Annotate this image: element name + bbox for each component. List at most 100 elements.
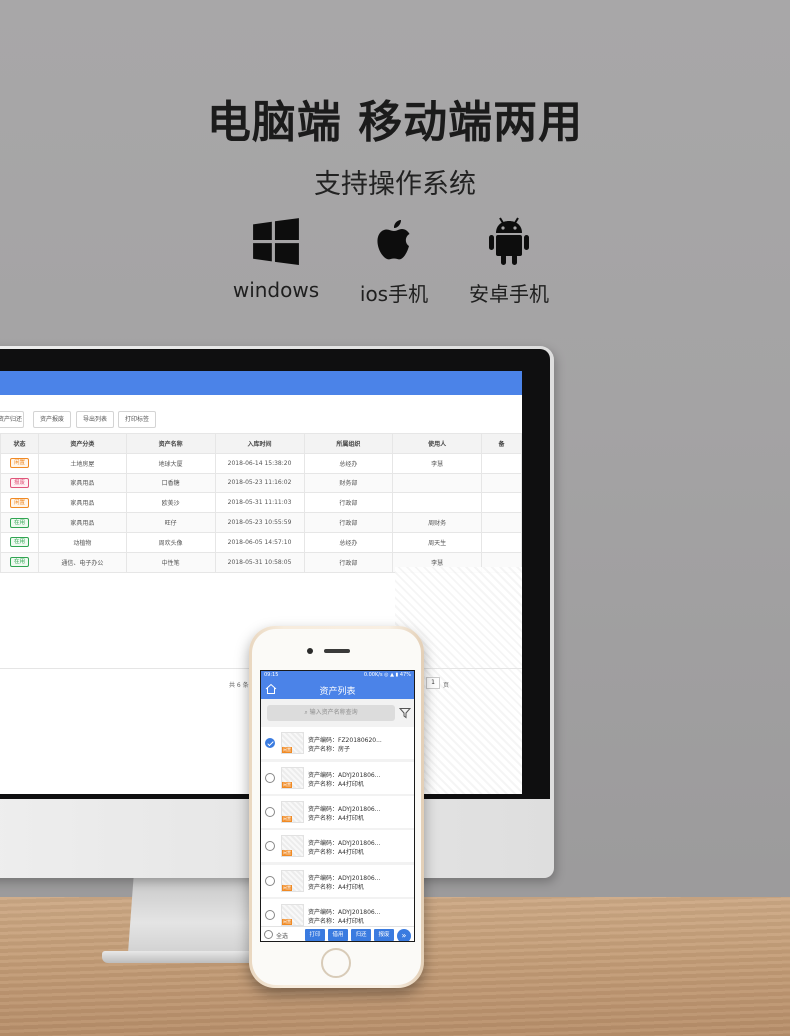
table-row[interactable]: 报废 家具用品 口香糖 2018-05-23 11:16:02 财务部 [0,472,522,494]
print-button[interactable]: 打印 [305,929,325,941]
cell-asset-name-link[interactable]: 周欢头像 [125,531,216,553]
item-checkbox[interactable] [265,807,275,817]
cell-time: 2018-05-31 10:58:05 [214,551,305,573]
column-header-name[interactable]: 资产名称 [125,433,216,454]
select-all-checkbox[interactable] [264,930,273,939]
return-button[interactable]: 归还 [351,929,371,941]
table-row[interactable]: 在用 动植物 周欢头像 2018-06-05 14:57:10 总经办 周天生 [0,531,522,553]
export-list-button[interactable]: 导出列表 [76,411,114,428]
cell-org: 行政部 [303,551,394,573]
column-header-status[interactable]: 状态 [0,433,39,454]
cell-time: 2018-06-14 15:38:20 [214,452,305,474]
asset-code: 资产编码：ADYJ201806... [308,772,381,779]
cell-asset-name-link[interactable]: 中性笔 [125,551,216,573]
asset-thumbnail: 闲置 [281,835,304,857]
mobile-search-input[interactable]: ⌕ 输入资产名称查询 [267,705,395,721]
asset-name: 资产名称：A4打印机 [308,849,364,856]
table-header-row: 状态 资产分类 资产名称 入库时间 所属组织 使用人 备 [0,433,522,454]
more-actions-button[interactable]: » [397,929,411,941]
asset-code: 资产编码：ADYJ201806... [308,909,381,916]
item-checkbox[interactable] [265,773,275,783]
pager-total: 共 6 条 [229,682,249,689]
column-header-category[interactable]: 资产分类 [37,433,127,454]
table-row[interactable]: 闲置 土地房屋 地球大厦 2018-06-14 15:38:20 总经办 李慧 [0,452,522,474]
mobile-page-title: 资产列表 [319,687,356,697]
cell-user [392,492,483,514]
asset-tag: 闲置 [282,816,292,822]
os-label-android: 安卓手机 [469,282,549,306]
list-item[interactable]: 闲置 资产编码：ADYJ201806... 资产名称：A4打印机 [261,865,414,897]
cell-time: 2018-05-23 10:55:59 [214,512,305,533]
cell-org: 总经办 [303,531,394,553]
status-badge: 报废 [9,477,29,488]
column-header-remark[interactable]: 备 [481,433,522,454]
mobile-screen: 09:15 0.00K/s ◎ ▲ ▮ 47% 资产列表 ⌕ 输入资产名称查询 … [260,670,415,942]
item-checkbox[interactable] [265,841,275,851]
cell-category: 家具用品 [37,492,127,514]
cell-asset-name-link[interactable]: 欧美沙 [125,492,216,514]
asset-code: 资产编码：ADYJ201806... [308,806,381,813]
asset-code: 资产编码：ADYJ201806... [308,840,381,847]
asset-tag: 闲置 [282,747,292,753]
windows-icon [253,218,299,265]
page-number-input[interactable]: 1 [426,677,440,689]
cell-remark [481,452,522,474]
cell-user [392,472,483,494]
cell-category: 通信、电子办公 [37,551,127,573]
asset-tag: 闲置 [282,885,292,891]
cell-category: 家具用品 [37,512,127,533]
print-label-button[interactable]: 打印标签 [118,411,156,428]
cell-time: 2018-05-23 11:16:02 [214,472,305,494]
phone-home-button[interactable] [321,948,351,978]
phone-camera [307,648,313,654]
cell-category: 家具用品 [37,472,127,494]
asset-code: 资产编码：ADYJ201806... [308,875,381,882]
asset-name: 资产名称：A4打印机 [308,918,364,925]
asset-tag: 闲置 [282,919,292,925]
list-item[interactable]: 闲置 资产编码：ADYJ201806... 资产名称：A4打印机 [261,762,414,794]
cell-time: 2018-05-31 11:11:03 [214,492,305,514]
item-checkbox[interactable] [265,738,275,748]
cell-org: 行政部 [303,512,394,533]
scrap-button[interactable]: 报废 [374,929,394,941]
list-item[interactable]: 闲置 资产编码：ADYJ201806... 资产名称：A4打印机 [261,796,414,828]
cell-remark [481,531,522,553]
filter-icon[interactable] [399,707,411,719]
desktop-header-bar [0,371,522,395]
column-header-org[interactable]: 所属组织 [303,433,394,454]
select-all-label: 全选 [276,933,289,940]
asset-name: 资产名称：A4打印机 [308,781,364,788]
status-badge: 闲置 [9,497,29,508]
mobile-nav-bar: 资产列表 [261,680,414,699]
cell-user: 周财务 [392,512,483,533]
asset-name: 资产名称：A4打印机 [308,884,364,891]
asset-tag: 闲置 [282,850,292,856]
scrap-asset-button[interactable]: 资产报废 [33,411,71,428]
asset-tag: 闲置 [282,782,292,788]
asset-thumbnail: 闲置 [281,732,304,754]
return-asset-button[interactable]: 资产归还 [0,411,24,428]
cell-remark [481,492,522,514]
list-item[interactable]: 闲置 资产编码：FZ20180620... 资产名称：房子 [261,727,414,759]
cell-asset-name-link[interactable]: 地球大厦 [125,452,216,474]
asset-thumbnail: 闲置 [281,870,304,892]
cell-category: 土地房屋 [37,452,127,474]
item-checkbox[interactable] [265,876,275,886]
cell-remark [481,512,522,533]
apple-icon [377,220,410,260]
column-header-time[interactable]: 入库时间 [214,433,305,454]
pager-unit: 页 [443,682,450,689]
table-row[interactable]: 在用 家具用品 旺仔 2018-05-23 10:55:59 行政部 周财务 [0,512,522,533]
borrow-button[interactable]: 借用 [328,929,348,941]
list-item[interactable]: 闲置 资产编码：ADYJ201806... 资产名称：A4打印机 [261,830,414,862]
asset-thumbnail: 闲置 [281,801,304,823]
cell-asset-name-link[interactable]: 口香糖 [125,472,216,494]
hero-title: 电脑端 移动端两用 [206,97,584,148]
table-row[interactable]: 闲置 家具用品 欧美沙 2018-05-31 11:11:03 行政部 [0,492,522,514]
cell-category: 动植物 [37,531,127,553]
mobile-action-bar: 全选 打印 借用 归还 报废 » [261,926,414,941]
column-header-user[interactable]: 使用人 [392,433,483,454]
cell-asset-name-link[interactable]: 旺仔 [125,512,216,533]
asset-name: 资产名称：A4打印机 [308,815,364,822]
item-checkbox[interactable] [265,910,275,920]
